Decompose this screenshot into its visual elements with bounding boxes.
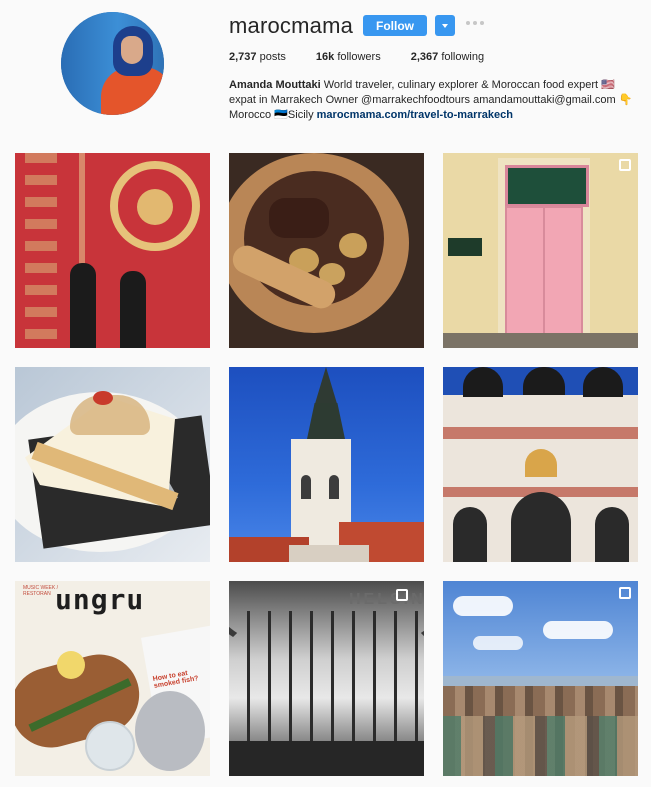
post-thumbnail[interactable]: [443, 581, 638, 776]
profile-username: marocmama: [229, 13, 354, 38]
posts-grid: MUSIC WEEK / RESTORAN ungru How to eat s…: [15, 153, 638, 780]
multiple-photos-icon: [396, 589, 408, 601]
post-thumbnail[interactable]: [443, 153, 638, 348]
bio-line-3: Morocco 🇪🇪Sicily: [229, 109, 317, 121]
profile-stats: 2,737 posts 16k followers 2,367 followin…: [229, 51, 514, 63]
avatar-face: [121, 36, 143, 64]
profile-bio: Amanda Mouttaki World traveler, culinary…: [229, 78, 639, 123]
multiple-photos-icon: [619, 159, 631, 171]
posts-stat: 2,737 posts: [229, 51, 286, 63]
profile-full-name: Amanda Mouttaki: [229, 79, 321, 91]
post-sign-letters: HELSINKI: [349, 591, 424, 608]
profile-avatar[interactable]: [61, 12, 164, 115]
post-thumbnail[interactable]: [229, 367, 424, 562]
chevron-down-icon: [442, 23, 448, 28]
following-stat[interactable]: 2,367 following: [411, 51, 484, 63]
post-thumbnail[interactable]: [15, 153, 210, 348]
post-thumbnail[interactable]: [443, 367, 638, 562]
bio-line-1: World traveler, culinary explorer & Moro…: [320, 79, 615, 91]
post-thumbnail[interactable]: HELSINKI: [229, 581, 424, 776]
restaurant-logo-text: ungru: [55, 583, 145, 616]
bio-line-2: expat in Marrakech Owner @marrakechfoodt…: [229, 94, 633, 106]
post-thumbnail[interactable]: MUSIC WEEK / RESTORAN ungru How to eat s…: [15, 581, 210, 776]
multiple-photos-icon: [619, 587, 631, 599]
post-thumbnail[interactable]: [229, 153, 424, 348]
followers-stat[interactable]: 16k followers: [316, 51, 381, 63]
suggestions-dropdown-button[interactable]: [435, 15, 455, 36]
more-options-icon[interactable]: [466, 21, 486, 27]
follow-button[interactable]: Follow: [363, 15, 427, 36]
bio-website-link[interactable]: marocmama.com/travel-to-marrakech: [317, 109, 513, 121]
post-thumbnail[interactable]: [15, 367, 210, 562]
